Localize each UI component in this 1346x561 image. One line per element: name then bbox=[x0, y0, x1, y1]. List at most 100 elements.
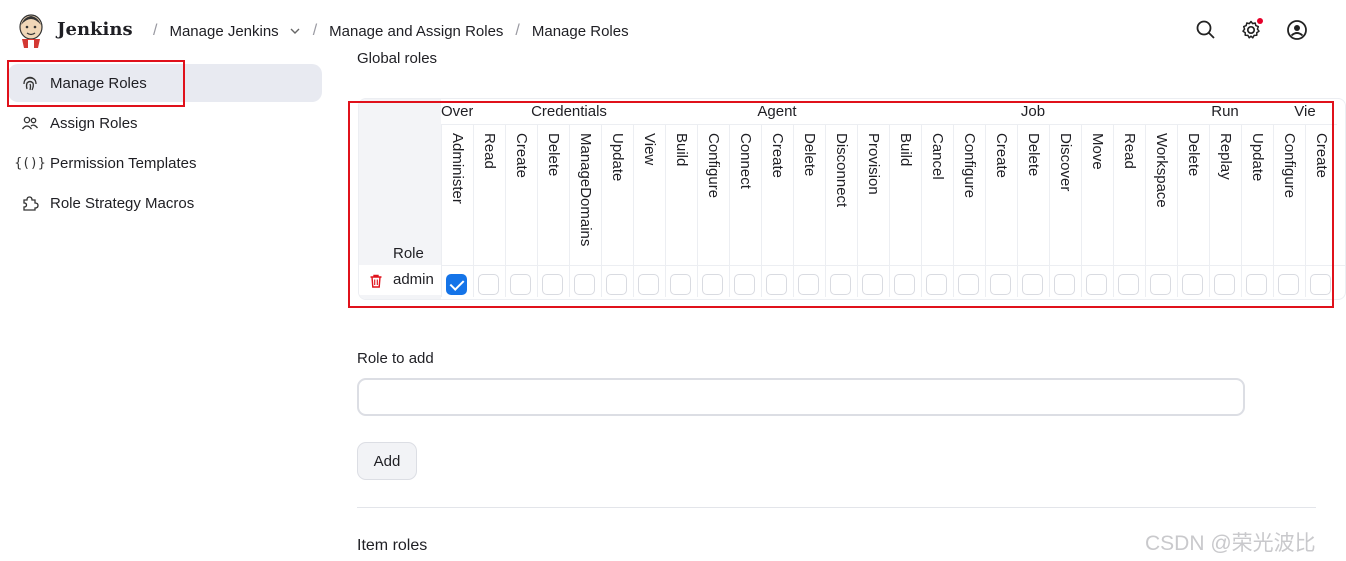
permission-label: Move bbox=[1089, 133, 1106, 170]
column-divider bbox=[601, 125, 602, 297]
permission-checkbox[interactable] bbox=[638, 274, 659, 295]
search-icon[interactable] bbox=[1194, 18, 1218, 42]
brand-name[interactable]: Jenkins bbox=[57, 19, 133, 40]
permission-checkbox[interactable] bbox=[1054, 274, 1075, 295]
column-divider bbox=[697, 125, 698, 297]
permission-checkbox[interactable] bbox=[798, 274, 819, 295]
breadcrumb-manage-roles[interactable]: Manage Roles bbox=[532, 23, 629, 40]
column-divider bbox=[1049, 125, 1050, 297]
permission-column-header: Discover bbox=[1049, 129, 1081, 265]
permission-column-header: Update bbox=[601, 129, 633, 265]
permission-label: Create bbox=[513, 133, 530, 179]
permission-checkbox[interactable] bbox=[926, 274, 947, 295]
table-row: admin bbox=[359, 265, 441, 295]
sidebar-item-role-strategy-macros[interactable]: Role Strategy Macros bbox=[8, 184, 322, 222]
breadcrumb-separator: / bbox=[515, 22, 520, 39]
permission-label: Create bbox=[769, 133, 786, 179]
section-divider bbox=[357, 507, 1316, 508]
permission-checkbox[interactable] bbox=[1086, 274, 1107, 295]
column-divider bbox=[857, 125, 858, 297]
permission-checkbox[interactable] bbox=[1278, 274, 1299, 295]
watermark: CSDN @荣光波比 bbox=[1145, 532, 1316, 555]
column-divider bbox=[1273, 125, 1274, 297]
column-divider bbox=[825, 125, 826, 297]
column-divider bbox=[953, 125, 954, 297]
jenkins-logo[interactable] bbox=[16, 13, 46, 49]
permission-column-header: Update bbox=[1241, 129, 1273, 265]
sidebar-item-permission-templates[interactable]: {()} Permission Templates bbox=[8, 144, 322, 182]
column-divider bbox=[1113, 125, 1114, 297]
column-divider bbox=[1305, 125, 1306, 297]
permission-label: Delete bbox=[1025, 133, 1042, 177]
sidebar-item-manage-roles[interactable]: Manage Roles bbox=[8, 64, 322, 102]
permission-column-header: Move bbox=[1081, 129, 1113, 265]
permission-checkbox[interactable] bbox=[1022, 274, 1043, 295]
permission-checkbox[interactable] bbox=[830, 274, 851, 295]
permission-label: Cancel bbox=[929, 133, 946, 180]
permission-checkbox[interactable] bbox=[542, 274, 563, 295]
settings-button[interactable] bbox=[1239, 18, 1263, 42]
permission-column-header: Create bbox=[1305, 129, 1337, 265]
breadcrumb-manage-jenkins[interactable]: Manage Jenkins bbox=[169, 23, 278, 40]
permission-column-header: Configure bbox=[1273, 129, 1305, 265]
permission-label: Delete bbox=[801, 133, 818, 177]
permission-label: Connect bbox=[737, 133, 754, 189]
permission-checkbox[interactable] bbox=[670, 274, 691, 295]
chevron-down-icon[interactable] bbox=[289, 25, 301, 37]
column-divider bbox=[921, 125, 922, 297]
breadcrumb-manage-assign-roles[interactable]: Manage and Assign Roles bbox=[329, 23, 503, 40]
puzzle-icon bbox=[20, 193, 40, 213]
permission-checkbox[interactable] bbox=[894, 274, 915, 295]
permission-checkbox[interactable] bbox=[734, 274, 755, 295]
permission-checkbox[interactable] bbox=[1246, 274, 1267, 295]
role-to-add-input[interactable] bbox=[357, 378, 1245, 416]
permission-column-header: ManageDomains bbox=[569, 129, 601, 265]
permission-column-header: Administer bbox=[441, 129, 473, 265]
permission-group-header: Run bbox=[1177, 103, 1273, 125]
sidebar-item-assign-roles[interactable]: Assign Roles bbox=[8, 104, 322, 142]
permission-checkbox[interactable] bbox=[862, 274, 883, 295]
sidebar-item-label: Assign Roles bbox=[50, 114, 138, 132]
permission-label: Delete bbox=[545, 133, 562, 177]
permission-label: Delete bbox=[1185, 133, 1202, 177]
permission-label: View bbox=[641, 133, 658, 166]
permission-checkbox[interactable] bbox=[1118, 274, 1139, 295]
permission-checkbox[interactable] bbox=[446, 274, 467, 295]
permission-column-header: Delete bbox=[537, 129, 569, 265]
permission-checkbox[interactable] bbox=[766, 274, 787, 295]
permission-checkbox[interactable] bbox=[478, 274, 499, 295]
add-role-button[interactable]: Add bbox=[357, 442, 417, 480]
permission-column-header: Build bbox=[665, 129, 697, 265]
global-roles-table: Role admin OverallCredentialsAgentJobRun… bbox=[358, 98, 1346, 300]
permission-column-header: Replay bbox=[1209, 129, 1241, 265]
column-divider bbox=[1081, 125, 1082, 297]
permission-label: Build bbox=[673, 133, 690, 167]
permission-column-header: Connect bbox=[729, 129, 761, 265]
permission-label: Update bbox=[609, 133, 626, 182]
permission-column-header: Cancel bbox=[921, 129, 953, 265]
column-divider bbox=[633, 125, 634, 297]
permission-column-header: Configure bbox=[953, 129, 985, 265]
permission-checkbox[interactable] bbox=[510, 274, 531, 295]
permission-checkbox[interactable] bbox=[1310, 274, 1331, 295]
permission-checkbox[interactable] bbox=[574, 274, 595, 295]
permission-group-header: Credentials bbox=[473, 103, 665, 125]
permission-checkbox[interactable] bbox=[702, 274, 723, 295]
permission-column-header: Read bbox=[473, 129, 505, 265]
column-divider bbox=[793, 125, 794, 297]
permission-checkbox[interactable] bbox=[990, 274, 1011, 295]
column-divider bbox=[665, 125, 666, 297]
permission-checkbox[interactable] bbox=[958, 274, 979, 295]
permission-column-header: Create bbox=[505, 129, 537, 265]
permission-checkbox[interactable] bbox=[1150, 274, 1171, 295]
user-icon[interactable] bbox=[1285, 18, 1309, 42]
permission-checkbox[interactable] bbox=[1214, 274, 1235, 295]
permission-checkbox[interactable] bbox=[1182, 274, 1203, 295]
notification-dot bbox=[1257, 18, 1263, 24]
trash-icon[interactable] bbox=[368, 273, 384, 289]
column-divider bbox=[889, 125, 890, 297]
fingerprint-icon bbox=[20, 73, 40, 93]
breadcrumb: / Manage Jenkins / Manage and Assign Rol… bbox=[141, 22, 629, 40]
permission-checkbox[interactable] bbox=[606, 274, 627, 295]
column-divider bbox=[1017, 125, 1018, 297]
